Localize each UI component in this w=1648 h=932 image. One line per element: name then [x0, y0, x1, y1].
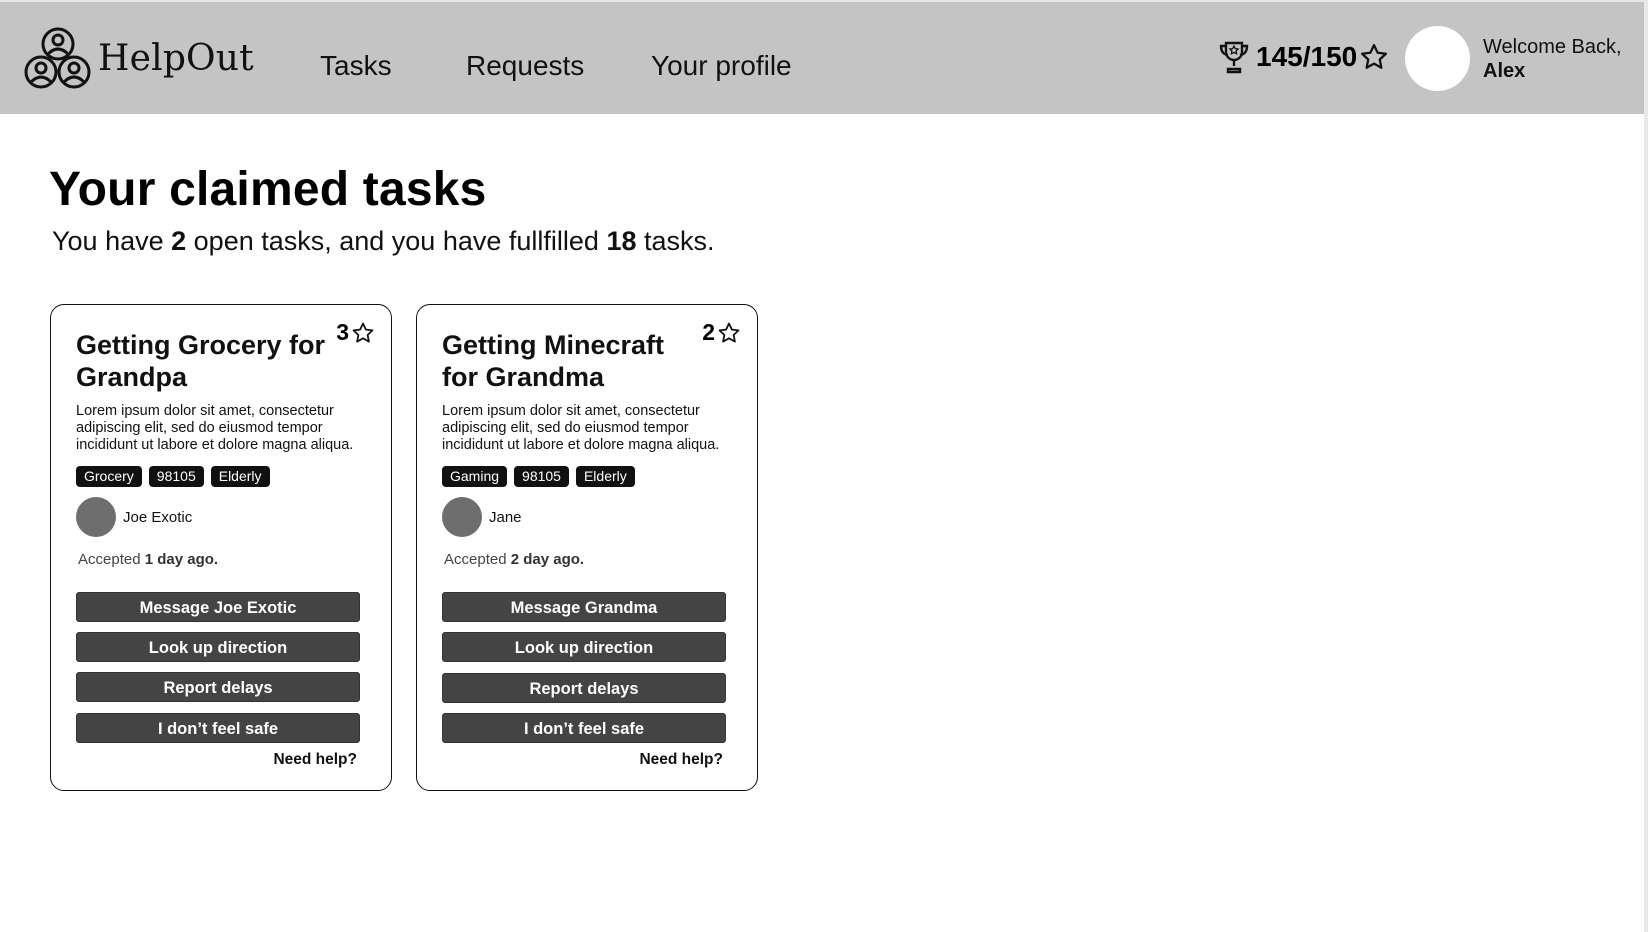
fulfilled-task-count: 18 [606, 226, 637, 256]
requester-name: Jane [489, 508, 522, 526]
summary-middle: open tasks, and you have fullfilled [186, 226, 607, 256]
user-avatar[interactable] [1405, 26, 1470, 91]
star-icon [352, 322, 374, 342]
summary-prefix: You have [52, 226, 172, 256]
message-button[interactable]: Message Joe Exotic [76, 592, 360, 622]
requester-name: Joe Exotic [123, 508, 193, 526]
task-title: Getting Grocery for Grandpa [76, 330, 326, 392]
star-icon [1361, 44, 1388, 69]
tag-zipcode: 98105 [514, 466, 569, 487]
task-tags: Grocery 98105 Elderly [76, 466, 270, 487]
accepted-when: 2 day ago. [510, 551, 585, 568]
look-up-direction-button[interactable]: Look up direction [76, 632, 360, 662]
need-help-link[interactable]: Need help? [273, 751, 357, 769]
top-navigation-bar: HelpOut Tasks Requests Your profile 145/… [0, 0, 1644, 114]
welcome-message: Welcome Back, Alex [1483, 35, 1622, 83]
accepted-when: 1 day ago. [144, 551, 219, 568]
tag-group: Elderly [575, 466, 635, 487]
tag-category: Gaming [442, 466, 508, 487]
requester-avatar [442, 497, 482, 537]
nav-your-profile[interactable]: Your profile [651, 50, 792, 82]
task-star-reward: 2 [702, 319, 741, 346]
logo[interactable]: HelpOut [24, 26, 254, 90]
nav-tasks[interactable]: Tasks [320, 50, 392, 82]
task-title: Getting Minecraft for Grandma [442, 330, 665, 392]
need-help-link[interactable]: Need help? [639, 751, 723, 769]
window-edge [1644, 0, 1648, 932]
requester-avatar [76, 497, 116, 537]
requester: Jane [442, 497, 522, 537]
task-star-reward: 3 [336, 319, 375, 346]
summary-suffix: tasks. [636, 226, 715, 256]
trophy-icon [1219, 41, 1249, 74]
look-up-direction-button[interactable]: Look up direction [442, 632, 726, 662]
task-description: Lorem ipsum dolor sit amet, consectetur … [442, 403, 720, 453]
logo-text: HelpOut [98, 37, 254, 79]
requester: Joe Exotic [76, 497, 192, 537]
accepted-time: Accepted 2 day ago. [444, 551, 584, 568]
tag-group: Elderly [210, 466, 270, 487]
star-icon [718, 322, 740, 342]
task-card: Getting Minecraft for Grandma 2 Lorem ip… [416, 304, 758, 791]
welcome-text: Welcome Back, [1483, 36, 1622, 58]
message-button[interactable]: Message Grandma [442, 592, 726, 622]
task-tags: Gaming 98105 Elderly [442, 466, 635, 487]
helpout-logo-icon [24, 27, 91, 89]
task-star-count: 3 [336, 319, 349, 345]
accepted-time: Accepted 1 day ago. [78, 551, 218, 568]
task-summary: You have 2 open tasks, and you have full… [52, 226, 715, 257]
tag-category: Grocery [76, 466, 142, 487]
points-display: 145/150 [1218, 40, 1389, 74]
tag-zipcode: 98105 [148, 466, 204, 487]
report-delays-button[interactable]: Report delays [76, 672, 360, 702]
task-description: Lorem ipsum dolor sit amet, consectetur … [76, 403, 354, 453]
not-safe-button[interactable]: I don’t feel safe [442, 713, 726, 743]
open-task-count: 2 [171, 226, 187, 256]
task-card: Getting Grocery for Grandpa 3 Lorem ipsu… [50, 304, 392, 791]
report-delays-button[interactable]: Report delays [442, 673, 726, 703]
page-title: Your claimed tasks [49, 163, 487, 216]
accepted-label: Accepted [444, 551, 511, 568]
points-value: 145/150 [1256, 41, 1358, 72]
task-star-count: 2 [702, 319, 715, 345]
user-name: Alex [1483, 60, 1526, 82]
nav-requests[interactable]: Requests [466, 50, 584, 82]
not-safe-button[interactable]: I don’t feel safe [76, 713, 360, 743]
accepted-label: Accepted [78, 551, 145, 568]
